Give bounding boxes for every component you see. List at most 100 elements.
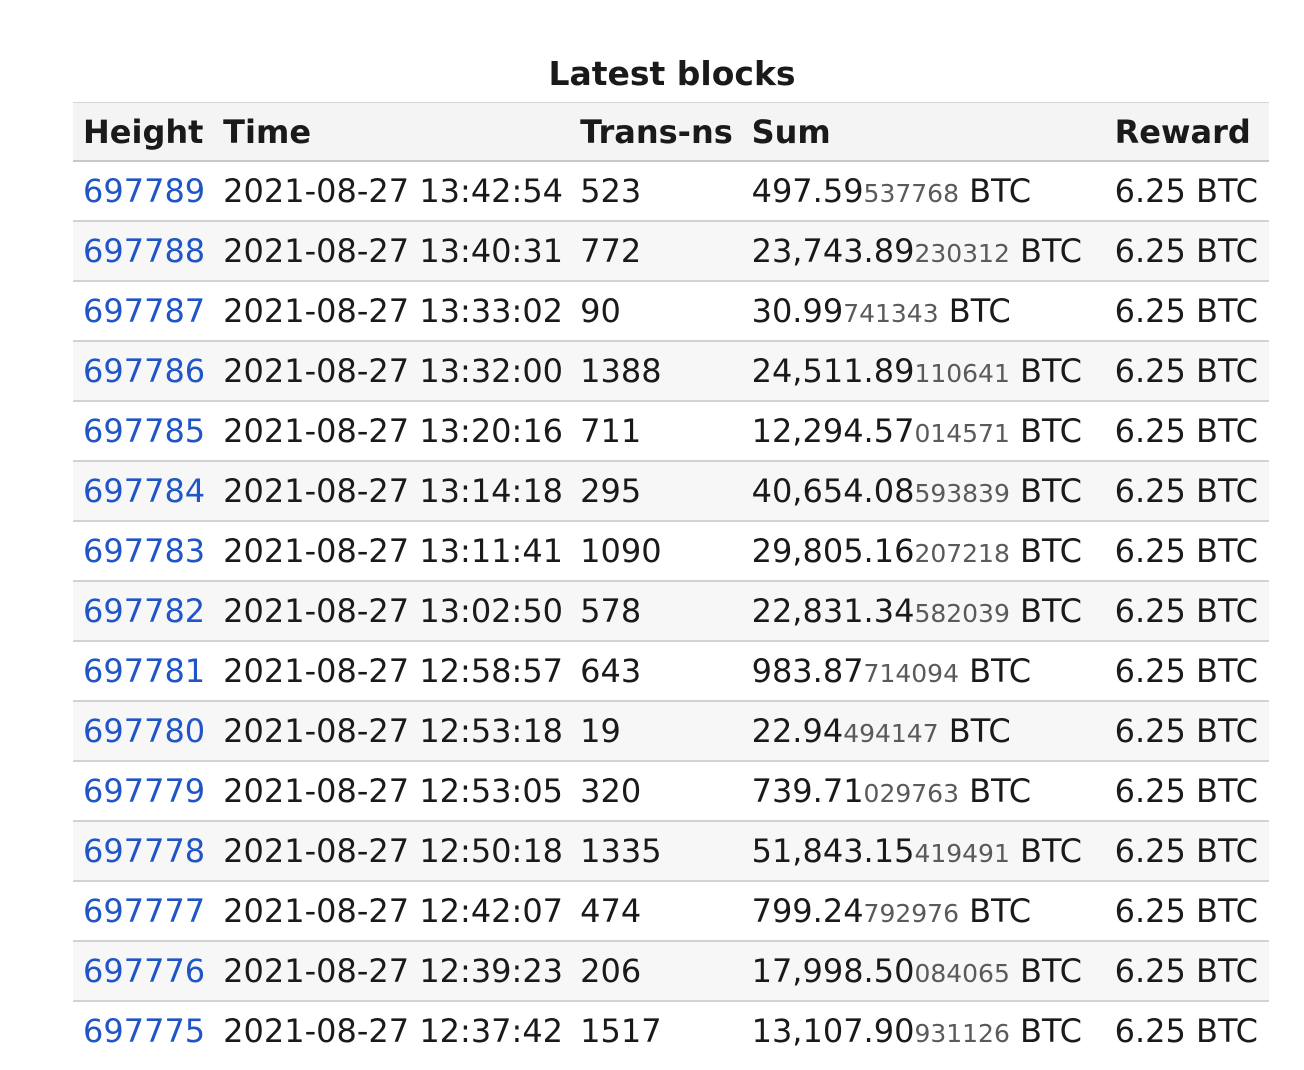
reward-cell: 6.25 BTC <box>1104 221 1269 282</box>
sum-small-digits: 537768 <box>863 179 959 208</box>
reward-cell: 6.25 BTC <box>1104 521 1269 582</box>
sum-unit: BTC <box>938 712 1011 750</box>
sum-main: 497.59 <box>751 172 864 210</box>
table-row: 697786 2021-08-27 13:32:00 1388 24,511.8911… <box>73 341 1269 402</box>
sum-main: 739.71 <box>751 772 864 810</box>
sum-unit: BTC <box>1009 412 1083 450</box>
sum-small-digits: 110641 <box>914 359 1010 388</box>
height-cell: 697779 <box>73 761 214 822</box>
table-row: 697787 2021-08-27 13:33:02 90 30.99741343 B… <box>73 281 1269 342</box>
table-row: 697785 2021-08-27 13:20:16 711 12,294.57014… <box>73 401 1269 462</box>
sum-cell: 799.24792976 BTC <box>741 881 1105 942</box>
sum-small-digits: 741343 <box>843 299 939 328</box>
reward-cell: 6.25 BTC <box>1104 881 1269 942</box>
table-row: 697776 2021-08-27 12:39:23 206 17,998.50084… <box>73 941 1269 1002</box>
transactions-cell: 523 <box>570 161 742 222</box>
sum-small-digits: 593839 <box>914 479 1010 508</box>
sum-small-digits: 014571 <box>914 419 1010 448</box>
sum-cell: 51,843.15419491 BTC <box>741 821 1105 882</box>
sum-main: 51,843.15 <box>751 832 915 870</box>
time-cell: 2021-08-27 13:32:00 <box>213 341 571 402</box>
table-row: 697781 2021-08-27 12:58:57 643 983.87714094… <box>73 641 1269 702</box>
block-height-link[interactable]: 697785 <box>83 412 205 450</box>
sum-cell: 17,998.50084065 BTC <box>741 941 1105 1002</box>
height-cell: 697781 <box>73 641 214 702</box>
sum-small-digits: 230312 <box>914 239 1010 268</box>
sum-unit: BTC <box>1009 532 1083 570</box>
sum-small-digits: 494147 <box>843 719 939 748</box>
table-title: Latest blocks <box>548 54 796 93</box>
sum-main: 30.99 <box>751 292 844 330</box>
time-cell: 2021-08-27 13:14:18 <box>213 461 571 522</box>
transactions-cell: 711 <box>570 401 742 462</box>
height-cell: 697788 <box>73 221 214 282</box>
transactions-cell: 320 <box>570 761 742 822</box>
block-height-link[interactable]: 697780 <box>83 712 205 750</box>
block-height-link[interactable]: 697784 <box>83 472 205 510</box>
sum-cell: 40,654.08593839 BTC <box>741 461 1105 522</box>
sum-main: 13,107.90 <box>751 1012 915 1050</box>
height-cell: 697783 <box>73 521 214 582</box>
sum-small-digits: 792976 <box>863 899 959 928</box>
reward-cell: 6.25 BTC <box>1114 1012 1258 1050</box>
sum-main: 799.24 <box>751 892 864 930</box>
reward-cell: 6.25 BTC <box>1104 401 1269 462</box>
sum-cell: 23,743.89230312 BTC <box>741 221 1105 282</box>
column-header-transactions: Trans-ns <box>570 102 742 162</box>
sum-unit: BTC <box>938 292 1011 330</box>
table-row: 697789 2021-08-27 13:42:54 523 497.59537768… <box>73 161 1269 222</box>
sum-small-digits: 084065 <box>914 959 1010 988</box>
transactions-cell: 295 <box>570 461 742 522</box>
table-row: 697779 2021-08-27 12:53:05 320 739.71029763… <box>73 761 1269 822</box>
sum-small-digits: 207218 <box>914 539 1010 568</box>
sum-main: 23,743.89 <box>751 232 915 270</box>
transactions-cell: 1388 <box>570 341 742 402</box>
block-height-link[interactable]: 697779 <box>83 772 205 810</box>
sum-unit: BTC <box>958 772 1032 810</box>
reward-cell: 6.25 BTC <box>1104 341 1269 402</box>
transactions-cell: 90 <box>570 281 742 342</box>
sum-unit: BTC <box>1009 472 1083 510</box>
table-header-row: Height Time Trans-ns Sum Reward <box>73 102 1269 162</box>
sum-cell: 24,511.89110641 BTC <box>741 341 1105 402</box>
block-height-link[interactable]: 697778 <box>83 832 205 870</box>
sum-unit: BTC <box>958 652 1032 690</box>
height-cell: 697786 <box>73 341 214 402</box>
height-cell: 697777 <box>73 881 214 942</box>
block-height-link[interactable]: 697789 <box>83 172 205 210</box>
sum-unit: BTC <box>1009 832 1083 870</box>
block-height-link[interactable]: 697787 <box>83 292 205 330</box>
sum-main: 22.94 <box>751 712 844 750</box>
time-cell: 2021-08-27 13:11:41 <box>213 521 571 582</box>
block-height-link[interactable]: 697782 <box>83 592 205 630</box>
block-height-link[interactable]: 697781 <box>83 652 205 690</box>
transactions-cell: 643 <box>570 641 742 702</box>
reward-cell: 6.25 BTC <box>1104 821 1269 882</box>
sum-cell: 22,831.34582039 BTC <box>741 581 1105 642</box>
table-row: 697782 2021-08-27 13:02:50 578 22,831.34582… <box>73 581 1269 642</box>
reward-cell: 6.25 BTC <box>1104 281 1269 342</box>
block-height-link[interactable]: 697786 <box>83 352 205 390</box>
block-height-link[interactable]: 697783 <box>83 532 205 570</box>
reward-cell: 6.25 BTC <box>1104 461 1269 522</box>
block-height-link[interactable]: 697777 <box>83 892 205 930</box>
block-height-link[interactable]: 697788 <box>83 232 205 270</box>
height-cell: 697785 <box>73 401 214 462</box>
table-row: 697777 2021-08-27 12:42:07 474 799.24792976… <box>73 881 1269 942</box>
table-row: 697778 2021-08-27 12:50:18 1335 51,843.1541… <box>73 821 1269 882</box>
table-row: 697775 2021-08-27 12:37:42 1517 13,107.9093… <box>73 1001 1269 1060</box>
reward-cell: 6.25 BTC <box>1104 641 1269 702</box>
sum-cell: 22.94494147 BTC <box>741 701 1105 762</box>
sum-unit: BTC <box>1009 232 1083 270</box>
table-row: 697788 2021-08-27 13:40:31 772 23,743.89230… <box>73 221 1269 282</box>
sum-cell: 29,805.16207218 BTC <box>741 521 1105 582</box>
block-height-link[interactable]: 697775 <box>83 1012 205 1050</box>
sum-unit: BTC <box>958 172 1032 210</box>
transactions-cell: 19 <box>570 701 742 762</box>
height-cell: 697776 <box>73 941 214 1002</box>
height-cell: 697789 <box>73 161 214 222</box>
reward-cell: 6.25 BTC <box>1104 761 1269 822</box>
sum-unit: BTC <box>958 892 1032 930</box>
sum-cell: 739.71029763 BTC <box>741 761 1105 822</box>
block-height-link[interactable]: 697776 <box>83 952 205 990</box>
